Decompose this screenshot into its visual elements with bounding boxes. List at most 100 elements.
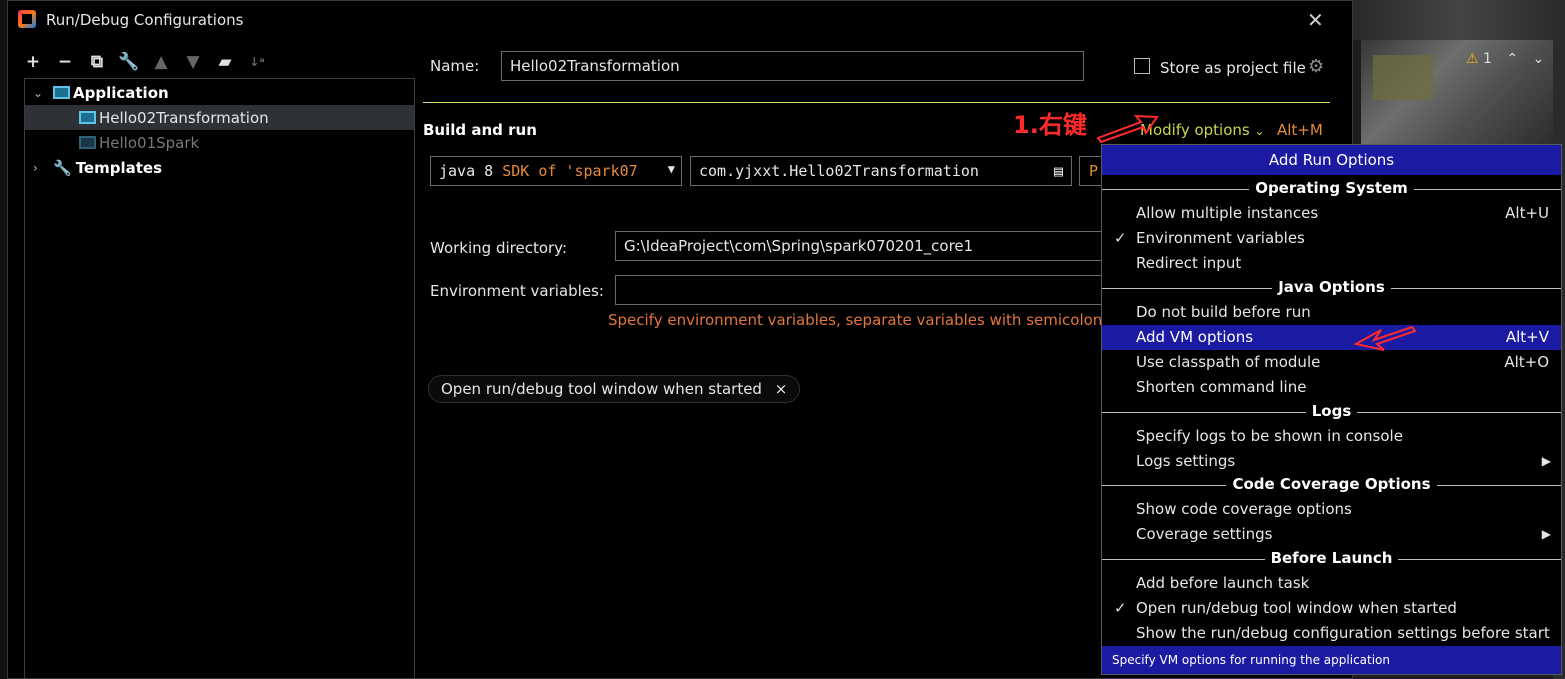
workdir-input[interactable]: G:\IdeaProject\com\Spring\spark070201_co… [615, 231, 1103, 261]
option-chip[interactable]: Open run/debug tool window when started … [428, 375, 801, 403]
menu-item[interactable]: Do not build before run [1102, 300, 1561, 325]
minus-icon[interactable]: − [56, 52, 74, 72]
menu-item[interactable]: Redirect input [1102, 251, 1561, 276]
tree-node-label: Hello01Spark [99, 133, 200, 152]
group-header: Code Coverage Options [1102, 474, 1561, 496]
group-header: Java Options [1102, 277, 1561, 299]
group-header: Operating System [1102, 178, 1561, 200]
env-input[interactable] [615, 275, 1103, 305]
menu-item-label: Add before launch task [1136, 574, 1310, 592]
background-ide-strip [0, 0, 7, 679]
menu-item[interactable]: Allow multiple instances Alt+U [1102, 201, 1561, 226]
menu-item[interactable]: ✓ Environment variables [1102, 226, 1561, 251]
env-hint: Specify environment variables, separate … [608, 311, 1115, 329]
warning-count: 1 [1483, 51, 1492, 67]
popup-footer: Specify VM options for running the appli… [1102, 646, 1561, 674]
menu-item[interactable]: Show the run/debug configuration setting… [1102, 621, 1561, 646]
menu-item[interactable]: Use classpath of module Alt+O [1102, 350, 1561, 375]
modify-options-link[interactable]: Modify options ⌄ [1140, 121, 1265, 139]
application-icon [53, 86, 70, 99]
modify-options-label: Modify options [1140, 121, 1250, 139]
menu-item-label: Show the run/debug configuration setting… [1136, 624, 1550, 642]
menu-item-label: Add VM options [1136, 328, 1254, 346]
folder-add-icon[interactable]: ▰ [216, 52, 234, 72]
group-header: Logs [1102, 401, 1561, 423]
close-icon[interactable]: ✕ [1307, 8, 1324, 32]
warning-icon: ⚠ [1466, 51, 1479, 67]
chevron-down-icon[interactable]: ⌄ [33, 86, 47, 100]
main-class-input[interactable]: com.yjxxt.Hello02Transformation ▤ [690, 156, 1072, 186]
chevron-up-icon[interactable]: ⌃ [1506, 51, 1518, 67]
check-icon: ✓ [1114, 599, 1127, 617]
menu-item-label: Shorten command line [1136, 378, 1307, 396]
menu-item[interactable]: Coverage settings ▶ [1102, 522, 1561, 547]
menu-item[interactable]: Show code coverage options [1102, 497, 1561, 522]
menu-item-label: Show code coverage options [1136, 500, 1352, 518]
menu-item-label: Redirect input [1136, 254, 1242, 272]
menu-item[interactable]: Add before launch task [1102, 571, 1561, 596]
menu-item-label: Do not build before run [1136, 303, 1311, 321]
inspection-widget[interactable]: ⚠ 1 ⌃ ⌄ [1466, 51, 1544, 67]
menu-item[interactable]: Specify logs to be shown in console [1102, 424, 1561, 449]
name-input[interactable]: Hello02Transformation [501, 51, 1084, 81]
name-label: Name: [430, 57, 480, 75]
store-as-project-label[interactable]: Store as project file [1160, 59, 1306, 77]
section-divider [423, 102, 1330, 103]
menu-item[interactable]: Shorten command line [1102, 375, 1561, 400]
tree-node-config-selected[interactable]: Hello02Transformation [25, 105, 414, 130]
chevron-down-icon: ▼ [667, 162, 675, 176]
menu-item[interactable]: ✓ Open run/debug tool window when started [1102, 596, 1561, 621]
gear-icon[interactable]: ⚙ [1308, 56, 1324, 77]
tree-node-config[interactable]: Hello01Spark [79, 130, 199, 155]
sdk-select[interactable]: java 8 SDK of 'spark07 ▼ [430, 156, 682, 186]
arrow-up-icon[interactable]: ▲ [152, 52, 170, 72]
menu-item-label: Use classpath of module [1136, 353, 1321, 371]
application-icon [79, 136, 96, 149]
group-title: Before Launch [1264, 549, 1399, 567]
submenu-arrow-icon: ▶ [1541, 527, 1551, 541]
menu-item-highlighted[interactable]: Add VM options Alt+V [1102, 325, 1561, 350]
tree-node-label: Application [73, 83, 169, 102]
popup-title: Add Run Options [1102, 145, 1561, 175]
plus-icon[interactable]: + [24, 52, 42, 72]
sort-az-icon[interactable]: ↓ᵃ [248, 53, 266, 71]
chevron-down-icon: ⌄ [1254, 124, 1265, 138]
tree-node-label: Hello02Transformation [99, 108, 269, 127]
arrow-down-icon[interactable]: ▼ [184, 52, 202, 72]
config-toolbar: + − ⧉ 🔧 ▲ ▼ ▰ ↓ᵃ [24, 49, 266, 75]
annotation-step-1: 1.右键 [1013, 111, 1087, 139]
title-bar: Run/Debug Configurations ✕ [8, 1, 1354, 39]
chevron-right-icon[interactable]: › [33, 161, 47, 175]
menu-item-shortcut: Alt+U [1505, 204, 1549, 222]
modify-options-shortcut: Alt+M [1277, 121, 1323, 139]
group-title: Operating System [1249, 179, 1414, 197]
menu-item-shortcut: Alt+V [1505, 328, 1549, 346]
application-icon [79, 111, 96, 124]
menu-item-label: Open run/debug tool window when started [1136, 599, 1457, 617]
menu-item-label: Allow multiple instances [1136, 204, 1319, 222]
tree-node-application[interactable]: ⌄ Application [33, 80, 169, 105]
menu-item-shortcut: Alt+O [1504, 353, 1549, 371]
program-args-input[interactable]: P [1079, 156, 1103, 186]
main-class-text: com.yjxxt.Hello02Transformation [699, 162, 979, 180]
menu-item[interactable]: Logs settings ▶ [1102, 449, 1561, 474]
group-header: Before Launch [1102, 548, 1561, 570]
workdir-label: Working directory: [430, 239, 568, 257]
dialog-title: Run/Debug Configurations [46, 11, 244, 29]
menu-item-label: Logs settings [1136, 452, 1236, 470]
chevron-down-icon[interactable]: ⌄ [1533, 51, 1545, 67]
sdk-name-text: SDK of 'spark07 [502, 162, 638, 180]
background-image-top [1353, 0, 1565, 40]
tree-node-templates[interactable]: › 🔧 Templates [33, 155, 162, 180]
group-title: Java Options [1272, 278, 1391, 296]
copy-icon[interactable]: ⧉ [88, 52, 106, 72]
group-title: Logs [1305, 402, 1358, 420]
close-icon[interactable]: × [775, 380, 788, 398]
background-image-patch [1373, 55, 1433, 100]
store-as-project-checkbox[interactable] [1134, 58, 1150, 74]
browse-icon[interactable]: ▤ [1054, 162, 1063, 180]
group-title: Code Coverage Options [1226, 475, 1437, 493]
tree-node-label: Templates [75, 158, 163, 177]
wrench-icon[interactable]: 🔧 [118, 52, 139, 72]
menu-item-label: Specify logs to be shown in console [1136, 427, 1403, 445]
